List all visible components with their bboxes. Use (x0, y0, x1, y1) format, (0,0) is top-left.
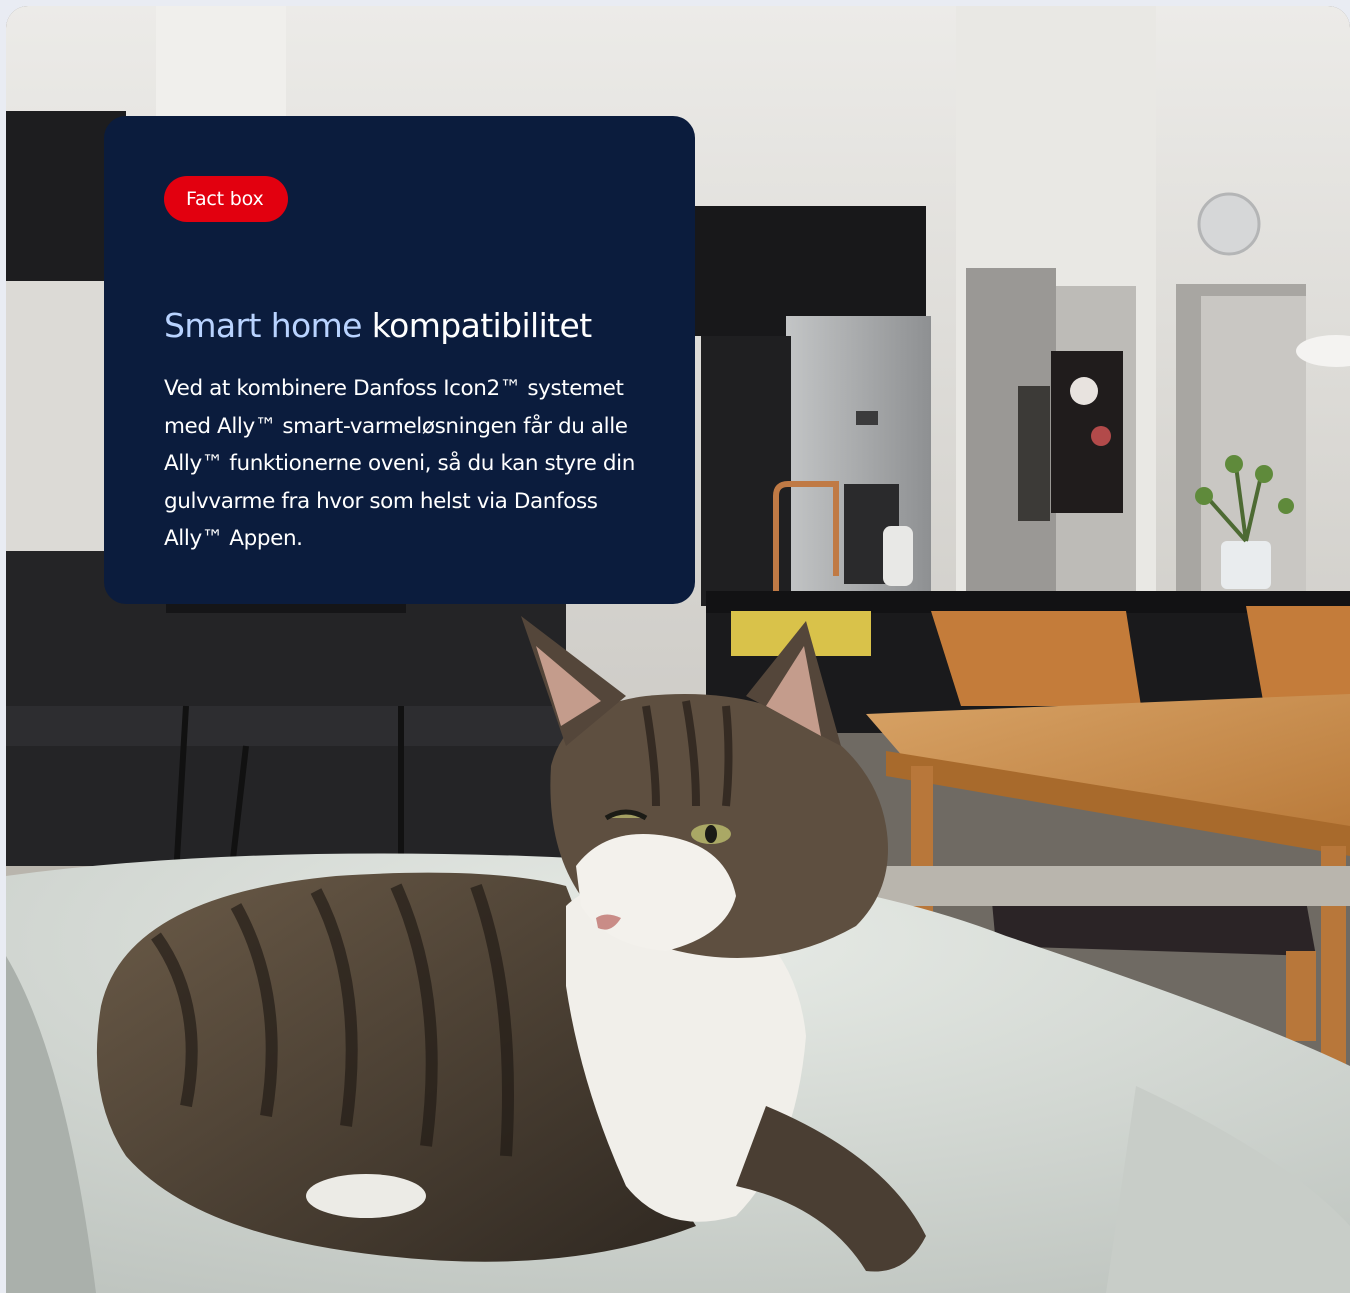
fact-box-card: Fact box Smart home kompatibilitet Ved a… (104, 116, 695, 604)
fact-box-title-rest: kompatibilitet (371, 306, 592, 345)
fact-box-title-highlight: Smart home (164, 306, 362, 345)
hero-frame: Fact box Smart home kompatibilitet Ved a… (6, 6, 1350, 1293)
fact-box-title: Smart home kompatibilitet (164, 304, 645, 348)
fact-box-body: Ved at kombinere Danfoss Icon2™ systemet… (164, 376, 635, 551)
fact-box-badge: Fact box (164, 176, 288, 222)
